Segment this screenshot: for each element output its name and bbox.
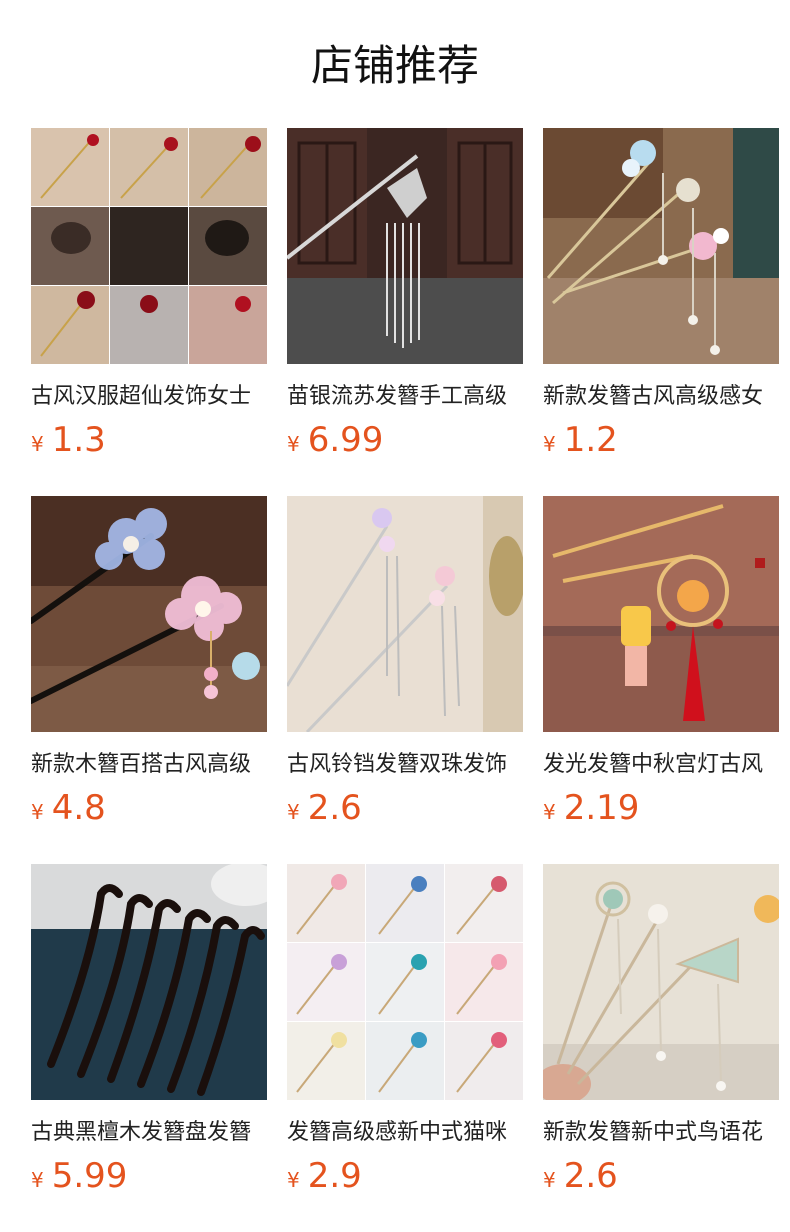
- price-value: 2.6: [563, 1156, 618, 1196]
- page-title: 店铺推荐: [310, 41, 479, 90]
- product-image[interactable]: [31, 128, 267, 364]
- product-name[interactable]: 新款发簪古风高级感女: [543, 380, 779, 414]
- currency-symbol: ¥: [287, 432, 300, 456]
- currency-symbol: ¥: [543, 1168, 556, 1192]
- price-value: 2.9: [307, 1156, 362, 1196]
- price-value: 1.3: [51, 420, 106, 460]
- product-name[interactable]: 发光发簪中秋宫灯古风: [543, 748, 779, 782]
- currency-symbol: ¥: [287, 1168, 300, 1192]
- currency-symbol: ¥: [31, 800, 44, 824]
- product-name[interactable]: 古风汉服超仙发饰女士: [31, 380, 267, 414]
- product-price: ¥1.3: [31, 418, 106, 462]
- price-value: 5.99: [51, 1156, 128, 1196]
- product-name[interactable]: 古典黑檀木发簪盘发簪: [31, 1116, 267, 1150]
- currency-symbol: ¥: [31, 432, 44, 456]
- product-name[interactable]: 新款木簪百搭古风高级: [31, 748, 267, 782]
- product-name[interactable]: 苗银流苏发簪手工高级: [287, 380, 523, 414]
- product-price: ¥2.9: [287, 1154, 362, 1198]
- product-name[interactable]: 古风铃铛发簪双珠发饰: [287, 748, 523, 782]
- product-price: ¥6.99: [287, 418, 383, 462]
- currency-symbol: ¥: [543, 432, 556, 456]
- product-image[interactable]: [31, 496, 267, 732]
- currency-symbol: ¥: [543, 800, 556, 824]
- product-image[interactable]: [287, 864, 523, 1100]
- product-price: ¥1.2: [543, 418, 618, 462]
- currency-symbol: ¥: [287, 800, 300, 824]
- product-image[interactable]: [543, 864, 779, 1100]
- product-image[interactable]: [287, 128, 523, 364]
- product-name[interactable]: 新款发簪新中式鸟语花: [543, 1116, 779, 1150]
- product-name[interactable]: 发簪高级感新中式猫咪: [287, 1116, 523, 1150]
- product-price: ¥5.99: [31, 1154, 127, 1198]
- price-value: 1.2: [563, 420, 618, 460]
- product-price: ¥2.19: [543, 786, 639, 830]
- price-value: 2.19: [563, 788, 640, 828]
- product-image[interactable]: [543, 128, 779, 364]
- product-price: ¥4.8: [31, 786, 106, 830]
- product-image[interactable]: [31, 864, 267, 1100]
- product-price: ¥2.6: [287, 786, 362, 830]
- price-value: 2.6: [307, 788, 362, 828]
- price-value: 4.8: [51, 788, 106, 828]
- product-price: ¥2.6: [543, 1154, 618, 1198]
- product-image[interactable]: [543, 496, 779, 732]
- product-image[interactable]: [287, 496, 523, 732]
- currency-symbol: ¥: [31, 1168, 44, 1192]
- price-value: 6.99: [307, 420, 384, 460]
